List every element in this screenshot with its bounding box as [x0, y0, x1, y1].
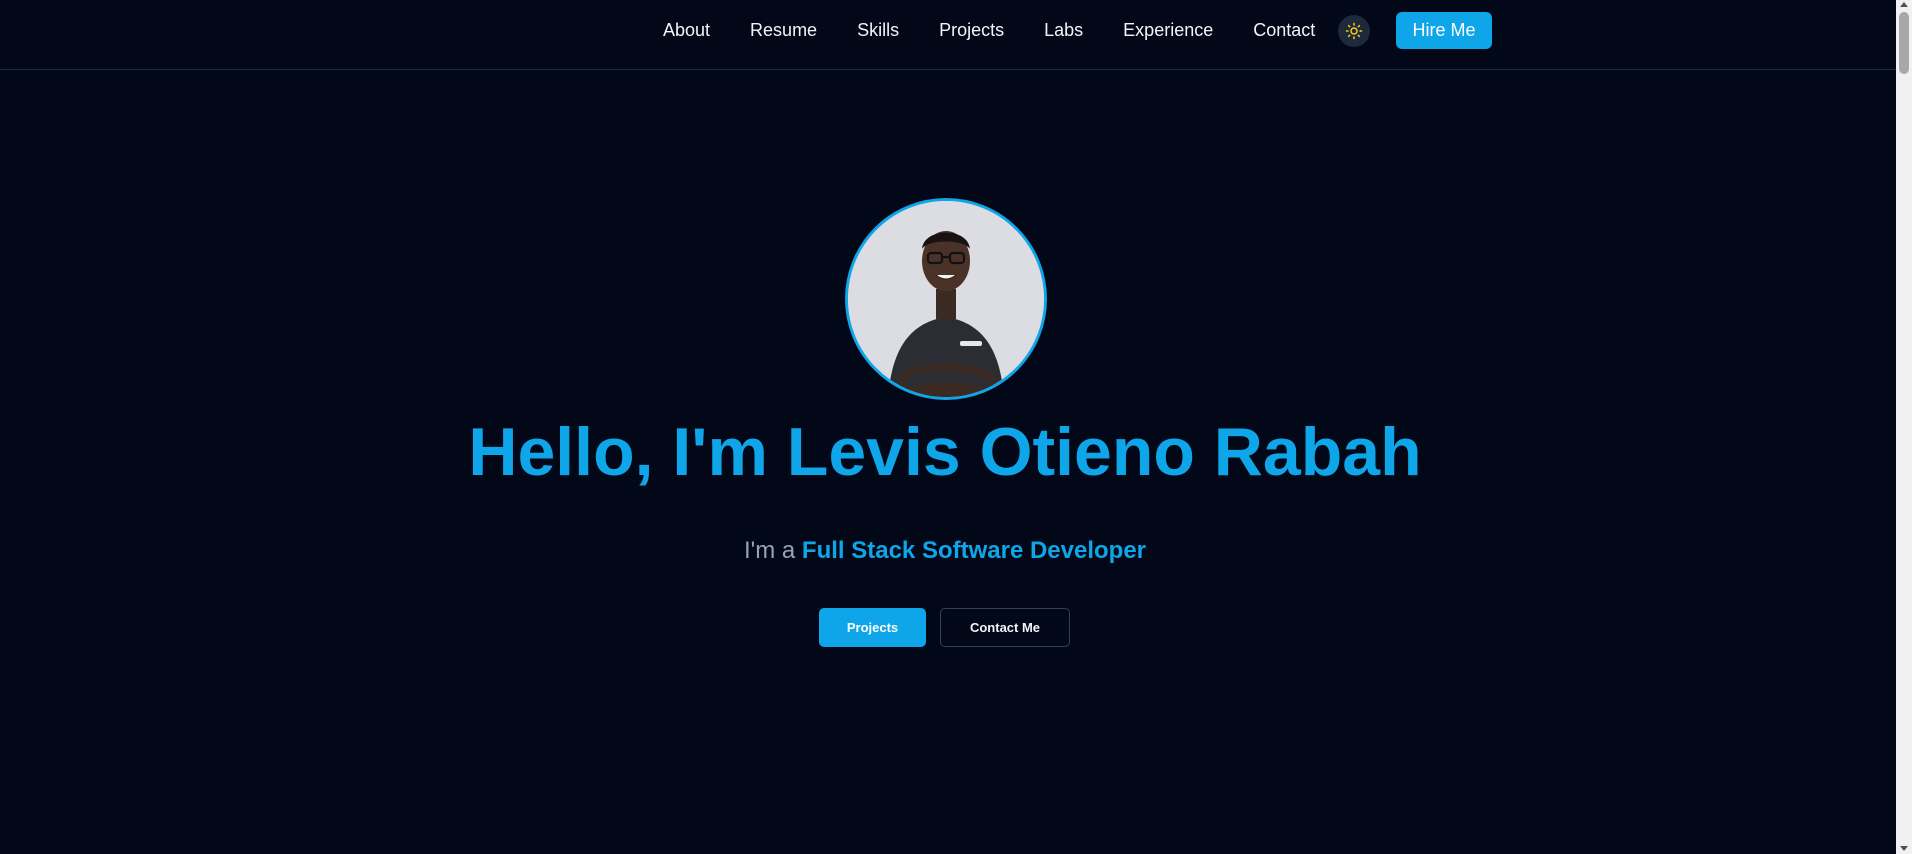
- nav-link-contact[interactable]: Contact: [1253, 20, 1315, 41]
- page: About Resume Skills Projects Labs Experi…: [0, 0, 1912, 854]
- hero-title: Hello, I'm Levis Otieno Rabah: [468, 414, 1422, 490]
- projects-button[interactable]: Projects: [819, 608, 926, 647]
- nav-link-labs[interactable]: Labs: [1044, 20, 1083, 41]
- scroll-down-arrow-icon[interactable]: [1900, 846, 1908, 851]
- profile-photo: [848, 201, 1044, 397]
- scroll-thumb[interactable]: [1899, 12, 1909, 74]
- nav-link-experience[interactable]: Experience: [1123, 20, 1213, 41]
- nav-links: About Resume Skills Projects Labs Experi…: [643, 0, 1335, 60]
- hero-subtitle: I'm a Full Stack Software Developer: [0, 536, 1890, 566]
- nav-link-skills[interactable]: Skills: [857, 20, 899, 41]
- scroll-up-arrow-icon[interactable]: [1900, 2, 1908, 7]
- nav-link-about[interactable]: About: [663, 20, 710, 41]
- sun-icon: [1345, 22, 1363, 40]
- subtitle-prefix: I'm a: [743, 537, 796, 564]
- avatar: [845, 198, 1047, 400]
- nav-link-resume[interactable]: Resume: [750, 20, 817, 41]
- hire-me-button[interactable]: Hire Me: [1396, 12, 1492, 49]
- top-navigation: About Resume Skills Projects Labs Experi…: [0, 0, 1896, 70]
- vertical-scrollbar[interactable]: [1896, 0, 1912, 854]
- nav-link-projects[interactable]: Projects: [939, 20, 1004, 41]
- contact-me-button[interactable]: Contact Me: [940, 608, 1070, 647]
- subtitle-role: Full Stack Software Developer: [801, 537, 1147, 564]
- theme-toggle-button[interactable]: [1338, 15, 1370, 47]
